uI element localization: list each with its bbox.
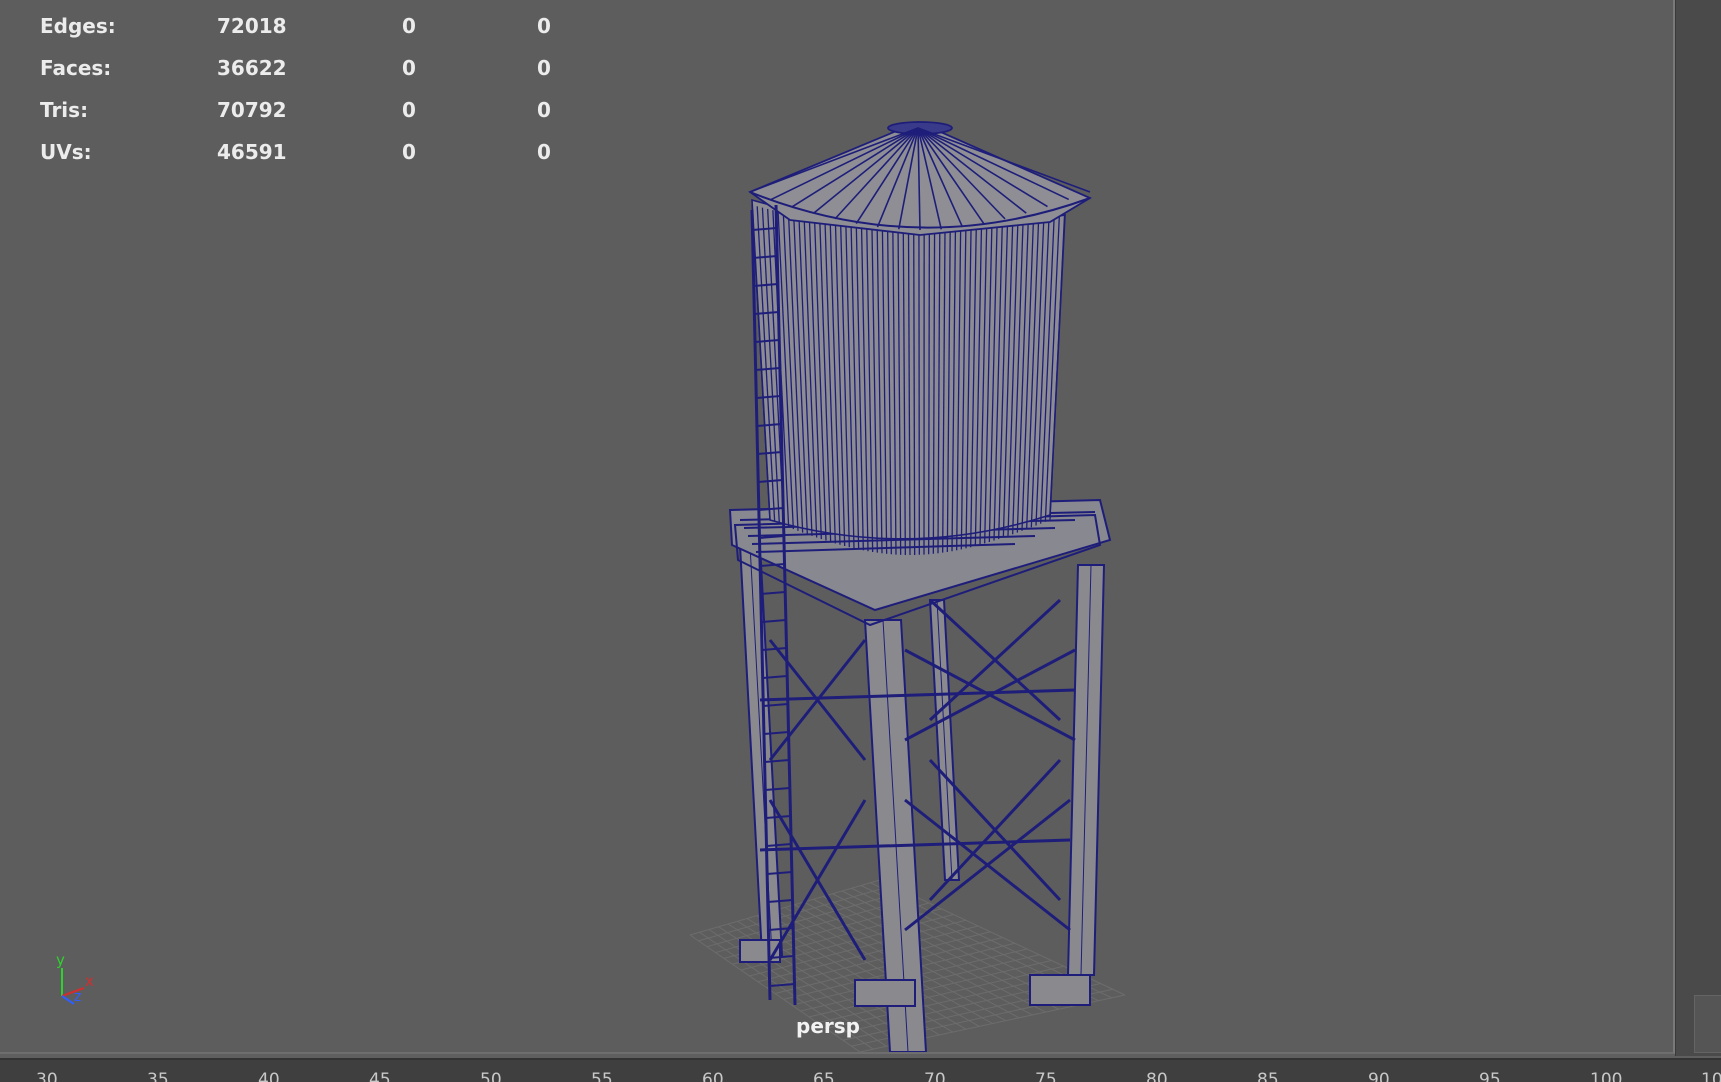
timeline-tick: 80 — [1146, 1070, 1168, 1082]
timeline-tick: 40 — [258, 1070, 280, 1082]
timeline-tick: 30 — [36, 1070, 58, 1082]
timeline-tick: 95 — [1479, 1070, 1501, 1082]
camera-name-label: persp — [796, 1014, 860, 1038]
side-panel — [1675, 0, 1721, 1056]
timeline-tick: 65 — [813, 1070, 835, 1082]
timeline-tick: 35 — [147, 1070, 169, 1082]
side-panel-slot[interactable] — [1694, 995, 1721, 1053]
axis-x-label: x — [85, 972, 94, 990]
axis-z-label: z — [74, 989, 81, 1005]
timeline-tick: 60 — [702, 1070, 724, 1082]
timeline-tick: 70 — [924, 1070, 946, 1082]
timeline-tick: 75 — [1035, 1070, 1057, 1082]
timeline-tick: 100 — [1590, 1070, 1622, 1082]
timeline-tick: 85 — [1257, 1070, 1279, 1082]
tank-body — [752, 200, 1065, 555]
axis-y-label: y — [56, 951, 65, 969]
tank-roof — [750, 122, 1090, 235]
timeline-tick: 55 — [591, 1070, 613, 1082]
time-slider[interactable]: 30 35 40 45 50 55 60 65 70 75 80 85 90 95 100 10 — [0, 1058, 1721, 1082]
timeline-tick: 45 — [369, 1070, 391, 1082]
perspective-viewport[interactable]: Edges: 72018 0 0 Faces: 36622 0 0 Tris: … — [0, 0, 1675, 1054]
timeline-tick: 50 — [480, 1070, 502, 1082]
timeline-tick: 10 — [1701, 1070, 1721, 1082]
axis-indicator-icon: y x z — [48, 946, 108, 1016]
timeline-tick: 90 — [1368, 1070, 1390, 1082]
water-tower-wireframe-model[interactable] — [0, 0, 1673, 1052]
